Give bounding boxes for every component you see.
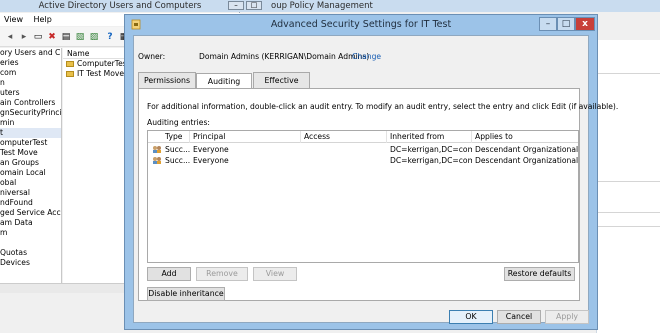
tree-item[interactable]: Test Move — [0, 148, 61, 158]
users-group-icon — [153, 157, 161, 164]
forward-icon[interactable]: ▸ — [18, 31, 30, 43]
help-icon[interactable]: ? — [104, 31, 116, 43]
cell-applies-to: Descendant Organizational Un... — [475, 145, 578, 154]
cell-principal: Everyone — [193, 156, 229, 165]
tree-item[interactable]: Devices — [0, 258, 61, 268]
minimize-icon[interactable]: – — [539, 17, 557, 31]
tree-item[interactable]: m — [0, 228, 61, 238]
export-icon[interactable]: ▧ — [74, 31, 86, 43]
gpm-side-pane — [596, 40, 660, 333]
cell-inherited-from: DC=kerrigan,DC=com — [390, 156, 472, 165]
tree-item[interactable]: an Groups — [0, 158, 61, 168]
table-row[interactable]: Succ... Everyone DC=kerrigan,DC=com Desc… — [148, 155, 578, 166]
ad-tree-pane[interactable]: ory Users and C eries com n uters ain Co… — [0, 48, 62, 283]
restore-defaults-button[interactable]: Restore defaults — [504, 267, 575, 281]
table-row[interactable]: Succ... Everyone DC=kerrigan,DC=com Desc… — [148, 144, 578, 155]
dialog-titlebar[interactable]: Advanced Security Settings for IT Test –… — [125, 15, 597, 35]
ou-folder-icon — [66, 61, 74, 67]
tree-item-selected[interactable]: t — [0, 128, 61, 138]
tab-effective-access[interactable]: Effective Access — [253, 72, 310, 100]
tree-item[interactable]: gnSecurityPrinci — [0, 108, 61, 118]
menu-view[interactable]: View — [0, 13, 27, 26]
owner-value: Domain Admins (KERRIGAN\Domain Admins) — [199, 52, 370, 61]
tree-item[interactable]: ain Controllers — [0, 98, 61, 108]
close-icon[interactable]: x — [575, 17, 595, 31]
add-button[interactable]: Add — [147, 267, 191, 281]
tree-item[interactable]: n — [0, 78, 61, 88]
advanced-security-settings-dialog: Advanced Security Settings for IT Test –… — [124, 14, 618, 330]
apply-button[interactable]: Apply — [545, 310, 589, 324]
gpm-divider — [596, 73, 660, 74]
gpm-divider — [596, 226, 660, 227]
delete-icon[interactable]: ✖ — [46, 31, 58, 43]
gpm-divider — [596, 212, 660, 213]
table-header: Type Principal Access Inherited from App… — [148, 131, 578, 143]
tree-item[interactable]: omain Local — [0, 168, 61, 178]
tree-item[interactable]: ndFound — [0, 198, 61, 208]
tab-permissions[interactable]: Permissions — [138, 72, 196, 88]
column-header-inherited-from[interactable]: Inherited from — [387, 131, 472, 143]
menu-help[interactable]: Help — [30, 13, 56, 26]
list-item-label: IT Test Move — [77, 69, 125, 78]
cancel-button[interactable]: Cancel — [497, 310, 541, 324]
cell-access — [304, 144, 387, 155]
tree-item[interactable]: am Data — [0, 218, 61, 228]
back-icon[interactable]: ◂ — [4, 31, 16, 43]
gpm-divider — [596, 181, 660, 182]
list-item-label: ComputerTest — [77, 59, 130, 68]
auditing-entries-label: Auditing entries: — [147, 118, 210, 127]
column-header-type[interactable]: Type — [162, 131, 190, 143]
tree-item[interactable]: Quotas — [0, 248, 61, 258]
cell-applies-to: Descendant Organizational Un... — [475, 156, 578, 165]
column-header-access[interactable]: Access — [301, 131, 387, 143]
tab-auditing[interactable]: Auditing — [196, 73, 252, 89]
ou-folder-icon — [66, 71, 74, 77]
tree-item[interactable]: eries — [0, 58, 61, 68]
gpm-window-title: oup Policy Management — [271, 1, 373, 11]
filter-icon[interactable]: ▨ — [88, 31, 100, 43]
auditing-entries-table[interactable]: Type Principal Access Inherited from App… — [147, 130, 579, 263]
ok-button[interactable]: OK — [449, 310, 493, 324]
column-header-principal[interactable]: Principal — [190, 131, 301, 143]
users-group-icon — [153, 146, 161, 153]
column-header-applies-to[interactable]: Applies to — [472, 131, 578, 143]
tree-item[interactable]: uters — [0, 88, 61, 98]
tree-item[interactable]: niversal — [0, 188, 61, 198]
gpm-minimize-icon[interactable]: – — [228, 1, 244, 10]
owner-label: Owner: — [138, 52, 166, 61]
tree-item[interactable]: ged Service Acc — [0, 208, 61, 218]
view-button[interactable]: View — [253, 267, 297, 281]
cell-access — [304, 155, 387, 166]
disable-inheritance-button[interactable]: Disable inheritance — [147, 287, 225, 301]
cell-type: Succ... — [165, 145, 191, 154]
properties-icon[interactable]: ▭ — [32, 31, 44, 43]
cell-type: Succ... — [165, 156, 191, 165]
tree-item[interactable]: omputerTest — [0, 138, 61, 148]
tree-item[interactable] — [0, 238, 61, 248]
gpm-titlebar: – □ oup Policy Management — [228, 0, 660, 12]
auditing-panel: For additional information, double-click… — [138, 88, 618, 301]
gpm-maximize-icon[interactable]: □ — [246, 1, 262, 10]
change-owner-link[interactable]: Change — [352, 52, 381, 61]
ad-window-title: Active Directory Users and Computers — [0, 0, 240, 12]
maximize-icon[interactable]: □ — [557, 17, 575, 31]
tree-item[interactable]: min — [0, 118, 61, 128]
cell-principal: Everyone — [193, 145, 229, 154]
tree-item[interactable]: obal — [0, 178, 61, 188]
cell-inherited-from: DC=kerrigan,DC=com — [390, 145, 472, 154]
remove-button[interactable]: Remove — [196, 267, 248, 281]
auditing-info-text: For additional information, double-click… — [147, 102, 619, 111]
tree-item[interactable]: ory Users and C — [0, 48, 61, 58]
tree-item[interactable]: com — [0, 68, 61, 78]
dialog-title: Advanced Security Settings for IT Test — [270, 19, 452, 30]
refresh-icon[interactable]: ▤ — [60, 31, 72, 43]
